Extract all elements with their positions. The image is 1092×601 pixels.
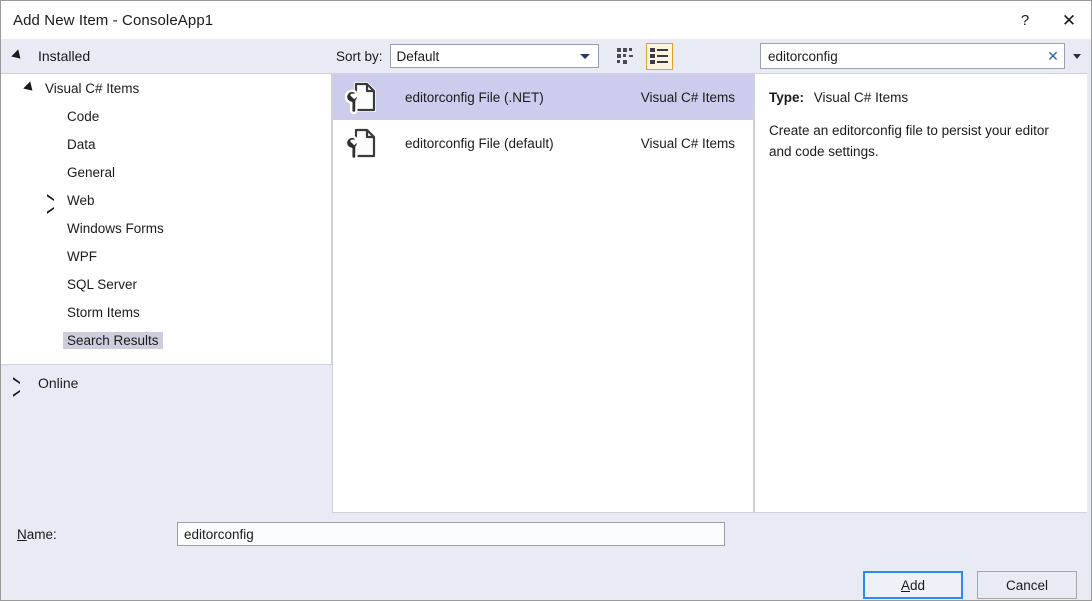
search-box[interactable]: ✕	[760, 43, 1065, 69]
chevron-down-icon[interactable]	[23, 82, 35, 94]
close-button[interactable]: ✕	[1047, 1, 1091, 39]
cancel-button[interactable]: Cancel	[977, 571, 1077, 599]
tree-group-installed-label: Installed	[38, 48, 90, 64]
tree-item-label: Search Results	[63, 332, 163, 349]
chevron-down-icon	[580, 54, 590, 59]
help-icon: ?	[1021, 13, 1029, 28]
tree-group-installed[interactable]: Installed	[1, 39, 332, 73]
tree-item-label: Code	[63, 108, 103, 125]
tree-item-general[interactable]: General	[1, 158, 331, 186]
details-view-icon	[650, 48, 668, 64]
sort-by-label: Sort by:	[336, 49, 383, 64]
sort-by-value: Default	[391, 49, 440, 64]
tree-item-storm-items[interactable]: Storm Items	[1, 298, 331, 326]
help-button[interactable]: ?	[1003, 1, 1047, 39]
template-details: Type: Visual C# Items Create an editorco…	[754, 73, 1087, 513]
search-input[interactable]	[761, 44, 1042, 68]
name-row: Name:	[1, 513, 1091, 555]
sort-by-dropdown[interactable]: Default	[390, 44, 599, 68]
details-column: ✕ Type: Visual C# Items Create an editor…	[754, 39, 1091, 513]
window-title: Add New Item - ConsoleApp1	[13, 12, 1003, 29]
clear-search-icon[interactable]: ✕	[1042, 48, 1064, 65]
tree-item-label: Web	[63, 192, 99, 209]
tree-item-sql-server[interactable]: SQL Server	[1, 270, 331, 298]
editorconfig-file-icon	[341, 80, 381, 114]
tree-item-label: Visual C# Items	[41, 80, 143, 97]
tree-item-label: Storm Items	[63, 304, 144, 321]
template-item-title: editorconfig File (.NET)	[381, 90, 641, 105]
tree-indent-spacer	[45, 110, 57, 122]
tree-item-web[interactable]: Web	[1, 186, 331, 214]
window-controls: ? ✕	[1003, 1, 1091, 39]
tree-item-search-results[interactable]: Search Results	[1, 326, 331, 354]
template-list-item[interactable]: editorconfig File (default)Visual C# Ite…	[333, 120, 753, 166]
details-view-button[interactable]	[646, 43, 673, 70]
action-buttons: Add Cancel	[1, 571, 1091, 599]
templates-column: Sort by: Default	[332, 39, 754, 513]
tree-indent-spacer	[45, 250, 57, 262]
tree-indent-spacer	[45, 278, 57, 290]
name-label: Name:	[17, 527, 177, 542]
tree-indent-spacer	[45, 334, 57, 346]
chevron-right-icon	[11, 377, 23, 389]
tiles-view-icon	[617, 48, 635, 65]
details-description: Create an editorconfig file to persist y…	[769, 121, 1069, 163]
tree-item-visual-c-items[interactable]: Visual C# Items	[1, 74, 331, 102]
tree-item-label: Windows Forms	[63, 220, 168, 237]
search-dropdown-button[interactable]	[1069, 54, 1085, 59]
chevron-down-icon	[1073, 54, 1081, 59]
add-new-item-dialog: Add New Item - ConsoleApp1 ? ✕ Installed…	[0, 0, 1092, 601]
tree-item-label: SQL Server	[63, 276, 141, 293]
tree-item-label: Data	[63, 136, 100, 153]
editorconfig-file-icon	[341, 126, 381, 160]
tree-item-label: General	[63, 164, 119, 181]
close-icon: ✕	[1062, 12, 1076, 29]
category-tree[interactable]: Visual C# Items Code Data General Web Windows…	[1, 73, 332, 365]
add-button[interactable]: Add	[863, 571, 963, 599]
dialog-footer: Name: Add Cancel	[1, 513, 1091, 600]
tree-indent-spacer	[45, 222, 57, 234]
dialog-body: Installed Visual C# Items Code Data General…	[1, 39, 1091, 600]
tree-item-data[interactable]: Data	[1, 130, 331, 158]
template-list[interactable]: editorconfig File (.NET)Visual C# Itemse…	[332, 73, 754, 513]
name-label-accel: N	[17, 527, 27, 542]
search-bar: ✕	[754, 39, 1087, 73]
title-bar: Add New Item - ConsoleApp1 ? ✕	[1, 1, 1091, 39]
sort-bar: Sort by: Default	[332, 39, 754, 73]
tree-item-windows-forms[interactable]: Windows Forms	[1, 214, 331, 242]
template-item-title: editorconfig File (default)	[381, 136, 641, 151]
tree-item-label: WPF	[63, 248, 101, 265]
tree-indent-spacer	[45, 138, 57, 150]
template-item-category: Visual C# Items	[641, 136, 753, 151]
tree-indent-spacer	[45, 166, 57, 178]
add-button-label: Add	[901, 578, 925, 593]
chevron-down-icon	[11, 50, 23, 62]
tree-item-wpf[interactable]: WPF	[1, 242, 331, 270]
view-mode-toggles	[613, 43, 673, 70]
details-type-label: Type:	[769, 90, 804, 105]
name-input[interactable]	[177, 522, 725, 546]
template-list-item[interactable]: editorconfig File (.NET)Visual C# Items	[333, 74, 753, 120]
tree-item-code[interactable]: Code	[1, 102, 331, 130]
content-row: Installed Visual C# Items Code Data General…	[1, 39, 1091, 513]
tree-group-online[interactable]: Online	[1, 365, 332, 401]
details-type-value: Visual C# Items	[814, 90, 908, 105]
chevron-right-icon[interactable]	[45, 194, 57, 206]
tiles-view-button[interactable]	[613, 43, 640, 70]
name-label-suffix: ame:	[27, 527, 57, 542]
cancel-button-label: Cancel	[1006, 578, 1048, 593]
tree-indent-spacer	[45, 306, 57, 318]
template-item-category: Visual C# Items	[641, 90, 753, 105]
add-accel: A	[901, 578, 910, 593]
categories-column: Installed Visual C# Items Code Data General…	[1, 39, 332, 513]
details-type-row: Type: Visual C# Items	[769, 90, 1073, 105]
add-rest: dd	[910, 578, 925, 593]
tree-group-online-label: Online	[38, 375, 78, 391]
